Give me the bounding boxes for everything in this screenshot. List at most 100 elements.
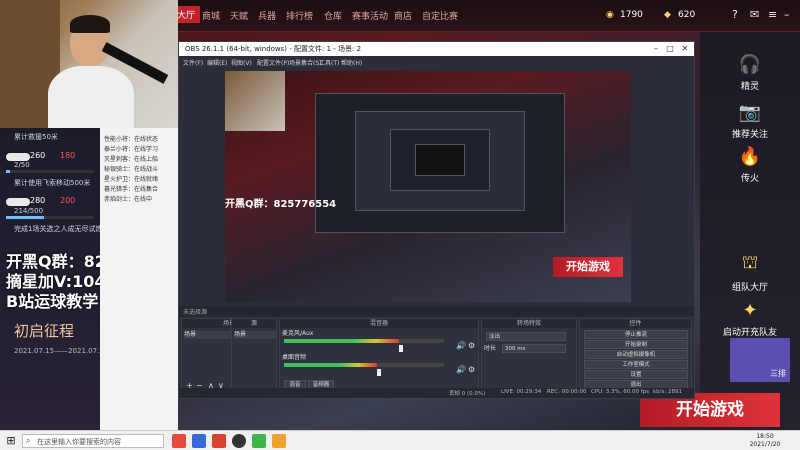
menu-tools[interactable]: 工具(T) bbox=[319, 58, 339, 67]
duration-input[interactable]: 300 ms bbox=[502, 344, 566, 353]
audio-mixer-dock: 混音器 麦克风/Aux 🔊 ⚙ 桌面音频 🔊 ⚙ 混音 音频器 bbox=[279, 318, 479, 390]
right-panel-label: 三排 bbox=[770, 369, 786, 378]
minimize-icon[interactable]: – bbox=[649, 43, 663, 55]
menu-view[interactable]: 视图(V) bbox=[231, 58, 252, 67]
right-panel-item-recommend[interactable]: 📷 推荐关注 bbox=[700, 102, 800, 140]
list-item[interactable]: 星火护卫：在线就绪 bbox=[104, 174, 158, 183]
speaker-icon[interactable]: 🔊 bbox=[456, 365, 466, 374]
right-panel-item-fire[interactable]: 🔥 传火 bbox=[700, 146, 800, 184]
mail-icon[interactable]: ✉ bbox=[750, 8, 759, 21]
game-tab-custom-match[interactable]: 自定比赛 bbox=[422, 9, 458, 22]
party-icon: ✦ bbox=[742, 300, 758, 321]
list-item[interactable]: 泰兰小将：在线学习 bbox=[104, 144, 158, 153]
help-icon[interactable]: ? bbox=[732, 8, 738, 21]
transitions-dock-title: 转场特效 bbox=[482, 319, 576, 328]
mixer-track-label: 麦克风/Aux bbox=[282, 330, 314, 337]
obs-preview[interactable]: 开黑Q群：825776554 开始游戏 bbox=[225, 71, 631, 302]
game-icon[interactable] bbox=[212, 434, 226, 448]
menu-profile[interactable]: 配置文件(P) bbox=[257, 58, 289, 67]
chat-list: 性能小将：在线状态 泰兰小将：在线学习 灭星刺客：在线上船 秘银骑士：在线战斗 … bbox=[100, 128, 178, 430]
sources-dock-title: 源 bbox=[232, 319, 276, 328]
obs-statusbar: 丢帧 0 (0.0%) LIVE: 00:29:34 REC: 00:00:00… bbox=[179, 388, 694, 398]
obs-icon[interactable] bbox=[232, 434, 246, 448]
clock-date: 2021/7/20 bbox=[749, 441, 781, 448]
event-title: 初启征程 bbox=[14, 322, 75, 340]
camera-icon: 📷 bbox=[738, 102, 762, 123]
fire-icon: 🔥 bbox=[738, 146, 762, 167]
preview-webcam bbox=[225, 71, 285, 131]
transitions-dock: 转场特效 淡出 时长 300 ms bbox=[481, 318, 577, 390]
audio-meter bbox=[284, 363, 377, 367]
stat-label: 累计使用飞索移动500米 bbox=[14, 179, 91, 187]
game-tab-talent[interactable]: 天赋 bbox=[230, 9, 248, 22]
game-right-panel: 🎧 精灵 📷 推荐关注 🔥 传火 ⛫ 组队大厅 ✦ 启动开充队友 三排 bbox=[700, 32, 800, 430]
list-item[interactable]: 灭星刺客：在线上船 bbox=[104, 154, 158, 163]
minimize-icon[interactable]: – bbox=[784, 8, 790, 21]
gem-icon: ◆ bbox=[664, 10, 671, 20]
dropped-frames: 丢帧 0 (0.0%) bbox=[449, 391, 486, 397]
preview-start-game: 开始游戏 bbox=[553, 257, 623, 277]
taskbar-clock[interactable]: 18:50 2021/7/20 bbox=[745, 433, 785, 449]
close-icon[interactable]: ✕ bbox=[678, 43, 692, 55]
bitrate: kb/s: 2891 bbox=[653, 389, 682, 395]
stat-progress-text: 2/50 bbox=[14, 161, 30, 169]
mixer-dock-title: 混音器 bbox=[280, 319, 478, 328]
wechat-icon[interactable] bbox=[252, 434, 266, 448]
stat1-progress-fill bbox=[6, 170, 10, 173]
right-panel-item-trio[interactable]: 三排 bbox=[730, 338, 790, 382]
webcam-person-hair bbox=[70, 15, 110, 33]
right-panel-label: 组队大厅 bbox=[731, 283, 768, 293]
menu-file[interactable]: 文件(F) bbox=[183, 58, 203, 67]
list-item[interactable]: 秘银骑士：在线战斗 bbox=[104, 164, 158, 173]
maximize-icon[interactable]: □ bbox=[663, 43, 677, 55]
source-item[interactable]: 场景 bbox=[234, 331, 276, 339]
obs-titlebar[interactable]: OBS 26.1.1 (64-bit, windows) - 配置文件: 1 -… bbox=[179, 42, 694, 56]
stat-progress-text: 214/500 bbox=[14, 207, 44, 215]
windows-start-icon[interactable]: ⊞ bbox=[4, 434, 18, 448]
virtual-camera-button[interactable]: 启动虚拟摄像机 bbox=[584, 350, 688, 359]
settings-icon[interactable]: ≡ bbox=[768, 8, 777, 21]
right-panel-item-spirit[interactable]: 🎧 精灵 bbox=[700, 54, 800, 92]
audio-meter bbox=[284, 339, 400, 343]
live-timer: LIVE: 00:29:34 bbox=[501, 389, 542, 395]
settings-button[interactable]: 设置 bbox=[584, 370, 688, 379]
menu-edit[interactable]: 编辑(E) bbox=[207, 58, 227, 67]
game-tab-shop[interactable]: 商店 bbox=[394, 9, 412, 22]
game-tab-warehouse[interactable]: 仓库 bbox=[324, 9, 342, 22]
gem-count: 620 bbox=[678, 10, 696, 20]
right-panel-item-party[interactable]: ✦ 启动开充队友 bbox=[700, 300, 800, 338]
volume-slider[interactable] bbox=[376, 369, 381, 376]
speaker-icon[interactable]: 🔊 bbox=[456, 341, 466, 350]
gear-icon[interactable]: ⚙ bbox=[468, 365, 475, 374]
game-tab-weapons[interactable]: 兵器 bbox=[258, 9, 276, 22]
volume-slider[interactable] bbox=[399, 345, 404, 352]
coin-count: 1790 bbox=[620, 10, 643, 20]
reward-value: 200 bbox=[60, 196, 76, 205]
menu-help[interactable]: 帮助(H) bbox=[341, 58, 362, 67]
mixer-track-label: 桌面音频 bbox=[282, 354, 307, 361]
gear-icon[interactable]: ⚙ bbox=[468, 341, 475, 350]
right-panel-item-team-lobby[interactable]: ⛫ 组队大厅 bbox=[700, 252, 800, 293]
browser-icon[interactable] bbox=[192, 434, 206, 448]
folder-icon[interactable] bbox=[272, 434, 286, 448]
transition-select[interactable]: 淡出 bbox=[486, 332, 566, 341]
list-item[interactable]: 暮光猎手：在线集合 bbox=[104, 184, 158, 193]
list-item[interactable]: 赤焰剑士：在线中 bbox=[104, 194, 152, 203]
app-launcher-icon[interactable] bbox=[172, 434, 186, 448]
reward-badge-icon bbox=[6, 153, 30, 161]
windows-taskbar: ⊞ ⌕ 在这里输入你要搜索的内容 18:50 2021/7/20 bbox=[0, 430, 800, 450]
controls-dock-title: 控件 bbox=[580, 319, 691, 328]
no-source-label: 未选择源 bbox=[183, 309, 208, 316]
game-tab-events[interactable]: 赛事活动 bbox=[352, 9, 388, 22]
list-item[interactable]: 性能小将：在线状态 bbox=[104, 134, 158, 143]
game-tab-ranking[interactable]: 排行榜 bbox=[286, 9, 313, 22]
start-recording-button[interactable]: 开始录制 bbox=[584, 340, 688, 349]
obs-window[interactable]: OBS 26.1.1 (64-bit, windows) - 配置文件: 1 -… bbox=[178, 41, 695, 399]
taskbar-search-box[interactable]: ⌕ 在这里输入你要搜索的内容 bbox=[22, 434, 164, 448]
menu-scene-collection[interactable]: 场景集合(S) bbox=[289, 58, 322, 67]
studio-mode-button[interactable]: 工作室模式 bbox=[584, 360, 688, 369]
game-tab-mall[interactable]: 商城 bbox=[202, 9, 220, 22]
reward-value: 280 bbox=[30, 196, 46, 205]
event-dates: 2021.07.15——2021.07.29 bbox=[14, 347, 109, 355]
stop-streaming-button[interactable]: 停止推流 bbox=[584, 330, 688, 339]
